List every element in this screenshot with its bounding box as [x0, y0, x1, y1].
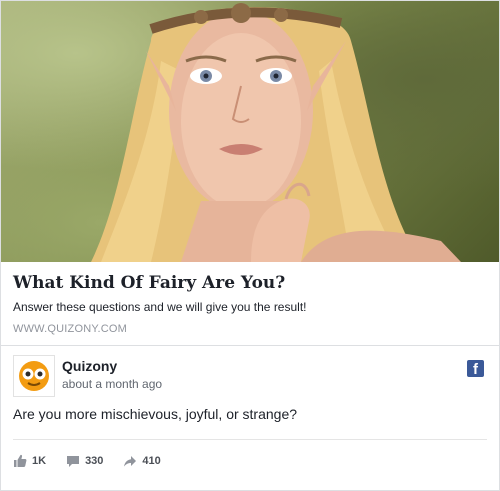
page-name[interactable]: Quizony	[62, 358, 117, 374]
link-title[interactable]: What Kind Of Fairy Are You?	[13, 273, 285, 293]
post-text: Are you more mischievous, joyful, or str…	[13, 406, 298, 422]
like-count: 1K	[32, 455, 47, 467]
link-description: Answer these questions and we will give …	[13, 300, 307, 314]
page-avatar[interactable]	[13, 355, 55, 397]
facebook-post-card: What Kind Of Fairy Are You? Answer these…	[0, 0, 500, 491]
portrait-illustration	[91, 3, 461, 262]
link-preview[interactable]: What Kind Of Fairy Are You? Answer these…	[1, 262, 499, 346]
quizony-logo-icon	[19, 361, 49, 391]
fairy-portrait-image[interactable]	[1, 1, 499, 262]
post-actions: 1K 330 410	[13, 453, 181, 469]
share-count: 410	[142, 455, 161, 467]
divider	[13, 439, 487, 440]
share-arrow-icon	[124, 456, 137, 467]
facebook-icon[interactable]: f	[467, 360, 484, 377]
post-timestamp[interactable]: about a month ago	[62, 377, 162, 391]
thumbs-up-icon	[14, 454, 27, 467]
link-domain: WWW.QUIZONY.COM	[13, 323, 128, 335]
comment-button[interactable]: 330	[66, 454, 103, 468]
comment-icon	[67, 456, 80, 467]
share-button[interactable]: 410	[123, 454, 161, 468]
comment-count: 330	[85, 455, 104, 467]
like-button[interactable]: 1K	[13, 454, 46, 468]
